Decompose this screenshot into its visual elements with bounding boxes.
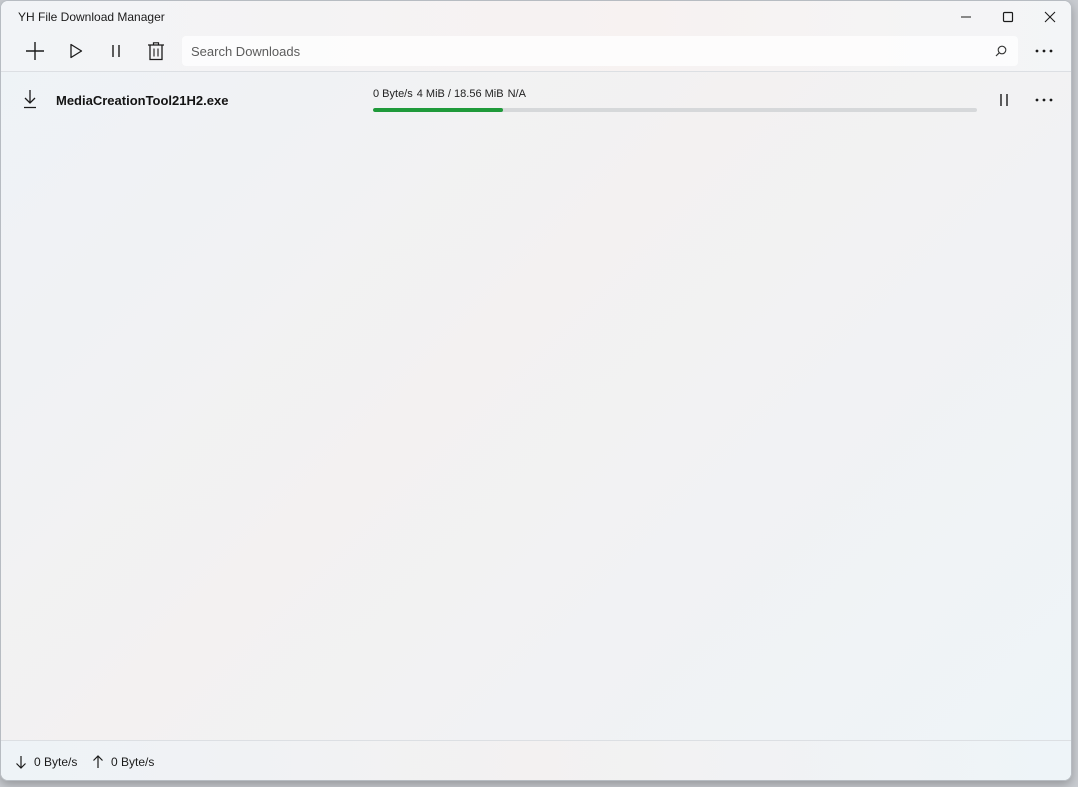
resume-all-button[interactable] bbox=[59, 36, 93, 66]
more-icon bbox=[1035, 98, 1053, 102]
app-window: YH File Download Manager Search Download… bbox=[0, 0, 1072, 781]
toolbar bbox=[1, 33, 1071, 72]
progress-bar-fill bbox=[373, 108, 504, 112]
total-upload-speed: 0 Byte/s bbox=[92, 755, 154, 769]
minimize-icon bbox=[961, 16, 971, 18]
add-download-button[interactable] bbox=[18, 36, 52, 66]
search-box bbox=[182, 36, 1018, 66]
more-options-button[interactable] bbox=[1027, 36, 1061, 66]
delete-button[interactable] bbox=[139, 36, 173, 66]
status-bar: 0 Byte/s 0 Byte/s bbox=[1, 740, 1071, 780]
title-bar[interactable]: YH File Download Manager bbox=[1, 1, 1071, 33]
pause-icon bbox=[112, 45, 120, 57]
maximize-icon bbox=[1002, 11, 1014, 23]
arrow-down-icon bbox=[16, 756, 26, 769]
progress-bar bbox=[373, 108, 977, 112]
download-status: 0 Byte/s 4 MiB / 18.56 MiB N/A bbox=[373, 88, 530, 100]
maximize-button[interactable] bbox=[987, 1, 1029, 33]
download-speed: 0 Byte/s bbox=[373, 88, 413, 100]
search-icon[interactable] bbox=[995, 45, 1007, 57]
pause-download-button[interactable] bbox=[988, 85, 1020, 115]
upload-speed-value: 0 Byte/s bbox=[111, 755, 155, 769]
more-icon bbox=[1035, 49, 1053, 53]
minimize-button[interactable] bbox=[945, 1, 987, 33]
play-icon bbox=[70, 43, 83, 59]
download-eta: N/A bbox=[507, 88, 526, 100]
download-item[interactable]: MediaCreationTool21H2.exe 0 Byte/s 4 MiB … bbox=[1, 72, 1071, 128]
arrow-up-icon bbox=[93, 755, 103, 768]
download-speed-value: 0 Byte/s bbox=[34, 755, 78, 769]
plus-icon bbox=[26, 42, 44, 60]
pause-all-button[interactable] bbox=[99, 36, 133, 66]
total-download-speed: 0 Byte/s bbox=[15, 755, 77, 769]
download-more-button[interactable] bbox=[1028, 85, 1060, 115]
close-icon bbox=[1044, 11, 1056, 23]
window-title: YH File Download Manager bbox=[18, 10, 165, 24]
trash-icon bbox=[148, 42, 164, 61]
downloads-list: MediaCreationTool21H2.exe 0 Byte/s 4 MiB … bbox=[1, 72, 1071, 740]
pause-icon bbox=[1000, 94, 1008, 106]
file-name: MediaCreationTool21H2.exe bbox=[56, 93, 229, 108]
download-arrow-icon bbox=[24, 90, 36, 109]
download-size-progress: 4 MiB / 18.56 MiB bbox=[416, 88, 504, 100]
search-input[interactable] bbox=[182, 36, 982, 66]
close-button[interactable] bbox=[1029, 1, 1071, 33]
